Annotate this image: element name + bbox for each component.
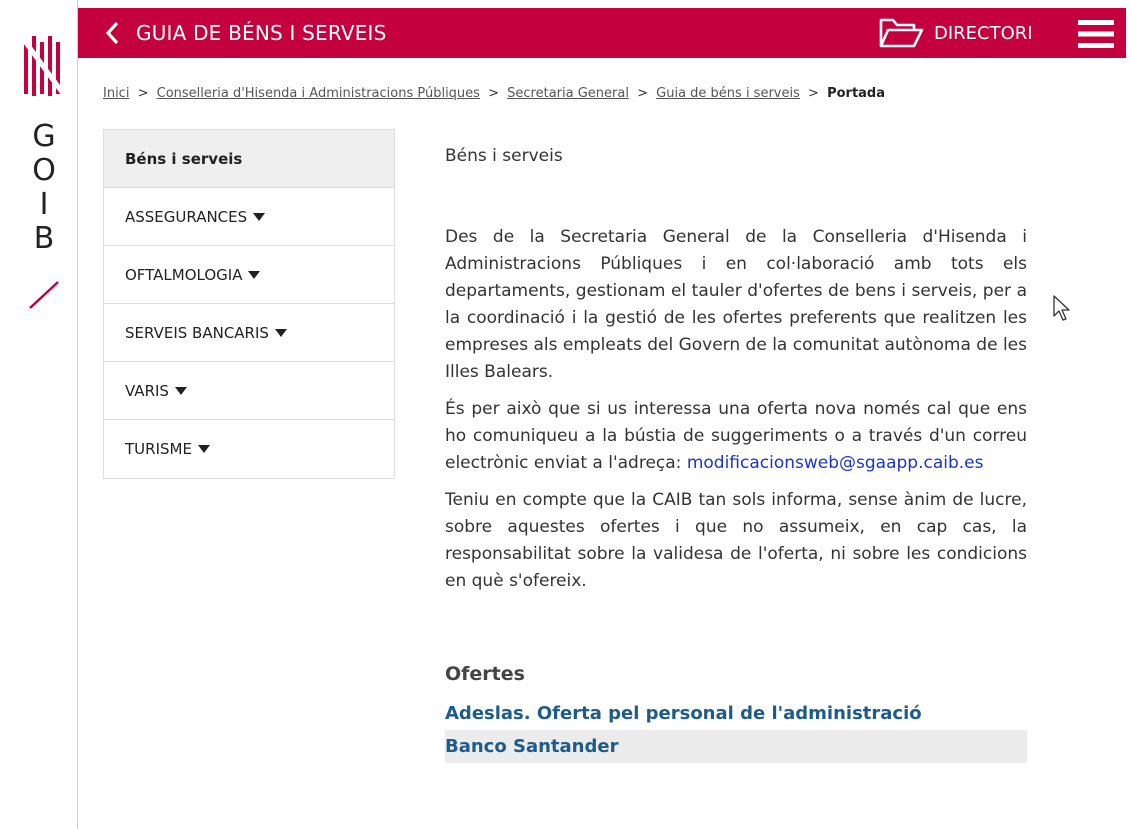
breadcrumb: Inici > Conselleria d'Hisenda i Administ… xyxy=(103,86,885,101)
caret-down-icon xyxy=(174,386,187,395)
goib-letter-g: G xyxy=(32,119,56,154)
goib-letter-b: B xyxy=(33,221,55,256)
intro-paragraph: Des de la Secretaria General de la Conse… xyxy=(445,227,1027,382)
goib-letter-o: O xyxy=(32,153,56,188)
caret-down-icon xyxy=(274,328,287,337)
page-title: GUIA DE BÉNS I SERVEIS xyxy=(136,21,387,45)
hamburger-menu-icon[interactable] xyxy=(1078,20,1114,48)
sidebar-item-label: ASSEGURANCES xyxy=(125,207,248,226)
breadcrumb-separator: > xyxy=(637,86,648,101)
chevron-left-icon xyxy=(105,21,119,45)
brand-slash-mark xyxy=(29,281,59,309)
back-button[interactable]: GUIA DE BÉNS I SERVEIS xyxy=(78,8,387,58)
caret-down-icon xyxy=(197,445,210,453)
sidebar-item-label: OFTALMOLOGIA xyxy=(125,265,243,284)
breadcrumb-current: Portada xyxy=(827,86,886,101)
sidebar-item-label: VARIS xyxy=(125,381,169,400)
breadcrumb-conselleria[interactable]: Conselleria d'Hisenda i Administracions … xyxy=(157,86,480,101)
sidebar-item-label: TURISME xyxy=(125,440,192,458)
folder-open-icon xyxy=(879,18,924,48)
sidebar-item-serveis-bancaris[interactable]: SERVEIS BANCARIS xyxy=(104,304,394,362)
breadcrumb-guia[interactable]: Guia de béns i serveis xyxy=(656,86,800,101)
contact-paragraph: És per això que si us interessa una ofer… xyxy=(445,396,1027,477)
breadcrumb-inici[interactable]: Inici xyxy=(103,86,129,101)
sidebar-item-label: Béns i serveis xyxy=(125,149,243,168)
header-bar: GUIA DE BÉNS I SERVEIS DIRECTORI xyxy=(78,8,1126,58)
offer-item-adeslas[interactable]: Adeslas. Oferta pel personal de l'admini… xyxy=(445,697,1027,730)
sidebar-item-label: SERVEIS BANCARIS xyxy=(125,323,269,342)
section-title: Béns i serveis xyxy=(445,146,563,166)
sidebar-item-bens-i-serveis[interactable]: Béns i serveis xyxy=(104,130,394,188)
breadcrumb-separator: > xyxy=(808,86,819,101)
email-link[interactable]: modificacionsweb@sgaapp.caib.es xyxy=(687,453,984,473)
brand-strip: G O I B xyxy=(0,0,78,829)
goib-wordmark: G O I B xyxy=(24,120,64,256)
ofertes-heading: Ofertes xyxy=(445,663,525,685)
offer-item-banco-santander[interactable]: Banco Santander xyxy=(445,730,1027,763)
main-content: Béns i serveis Des de la Secretaria Gene… xyxy=(445,140,1027,763)
govern-flag-logo xyxy=(22,36,65,96)
sidebar-item-turisme[interactable]: TURISME xyxy=(104,420,394,478)
directori-label: DIRECTORI xyxy=(934,22,1033,44)
goib-letter-i: I xyxy=(39,187,49,222)
caret-down-icon xyxy=(248,270,261,279)
directori-button[interactable]: DIRECTORI xyxy=(878,8,1033,58)
sidebar-item-oftalmologia[interactable]: OFTALMOLOGIA xyxy=(104,246,394,304)
sidebar-menu: Béns i serveis ASSEGURANCES OFTALMOLOGIA… xyxy=(103,129,395,479)
caret-down-icon xyxy=(253,212,266,221)
mouse-cursor-icon xyxy=(1053,295,1070,321)
breadcrumb-separator: > xyxy=(488,86,499,101)
sidebar-item-assegurances[interactable]: ASSEGURANCES xyxy=(104,188,394,246)
breadcrumb-separator: > xyxy=(137,86,149,101)
sidebar-item-varis[interactable]: VARIS xyxy=(104,362,394,420)
disclaimer-paragraph: Teniu en compte que la CAIB tan sols inf… xyxy=(445,490,1027,591)
breadcrumb-secretaria[interactable]: Secretaria General xyxy=(507,86,629,101)
